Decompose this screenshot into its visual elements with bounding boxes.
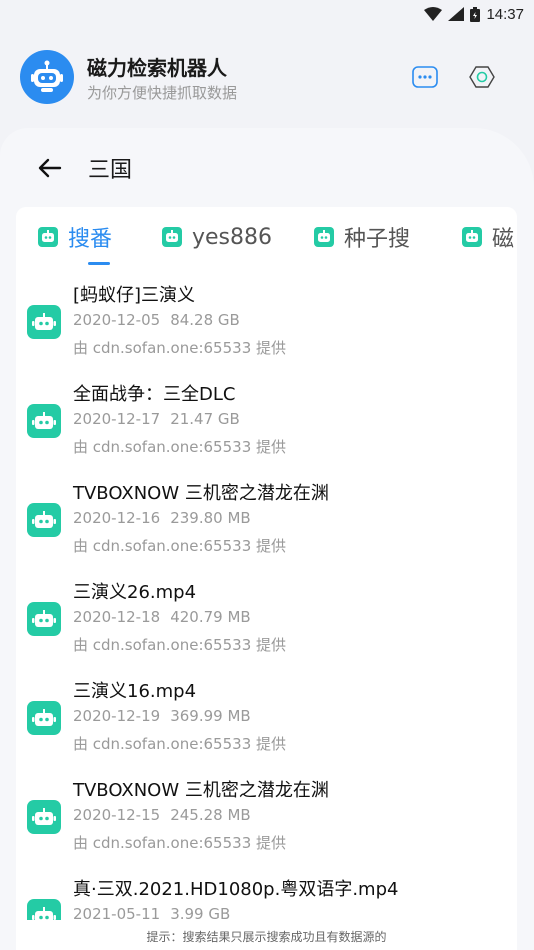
robot-tab-icon [462,227,482,247]
result-source: 由 cdn.sofan.one:65533 提供 [73,834,287,852]
result-meta: 2020-12-19 369.99 MB [73,707,251,725]
result-title: 真·三双.2021.HD1080p.粤双语字.mp4 [73,879,399,900]
result-title: TVBOXNOW 三机密之潜龙在渊 [73,483,329,504]
battery-icon [470,6,481,22]
tab-yes886[interactable]: yes886 [162,221,272,253]
result-size: 369.99 MB [170,707,251,725]
close-target-button[interactable] [467,62,497,92]
robot-file-icon [27,701,61,735]
result-size: 245.28 MB [170,806,251,824]
tab-label: 磁 [492,227,515,252]
result-title: 三演义26.mp4 [73,582,197,603]
result-source: 由 cdn.sofan.one:65533 提供 [73,339,287,357]
source-tabs: 搜番 yes886 种子搜 磁 [16,207,517,267]
list-item[interactable]: 全面战争：三全DLC 2020-12-17 21.47 GB 由 cdn.sofa… [16,380,517,479]
search-row: 三国 [0,150,534,186]
status-time: 14:37 [486,5,524,23]
result-size: 84.28 GB [170,311,240,329]
result-meta: 2020-12-05 84.28 GB [73,311,240,329]
tab-label: yes886 [192,224,273,250]
result-title: 三演义16.mp4 [73,681,197,702]
robot-file-icon [27,800,61,834]
footer-tip: 提示：搜索结果只展示搜索成功且有数据源的 [16,920,517,950]
robot-file-icon [27,602,61,636]
tab-zhongzisou[interactable]: 种子搜 [314,221,410,253]
robot-tab-icon [314,227,334,247]
app-subtitle: 为你方便快捷抓取数据 [87,84,238,102]
more-menu-button[interactable] [410,62,440,92]
result-date: 2020-12-15 [73,806,161,824]
result-title: 全面战争：三全DLC [73,384,236,405]
signal-icon [448,7,465,21]
result-meta: 2020-12-17 21.47 GB [73,410,240,428]
result-size: 21.47 GB [170,410,240,428]
status-bar: 14:37 [0,0,534,28]
result-source: 由 cdn.sofan.one:65533 提供 [73,537,287,555]
list-item[interactable]: TVBOXNOW 三机密之潜龙在渊 2020-12-15 245.28 MB 由 … [16,776,517,875]
tab-label: 种子搜 [344,227,411,252]
tab-sofan[interactable]: 搜番 [38,221,112,253]
app-title: 磁力检索机器人 [87,56,227,80]
robot-tab-icon [162,227,182,247]
list-item[interactable]: TVBOXNOW 三机密之潜龙在渊 2020-12-16 239.80 MB 由 … [16,479,517,578]
result-size: 239.80 MB [170,509,251,527]
tab-ci[interactable]: 磁 [462,221,514,253]
hexagon-target-icon [469,66,495,88]
result-title: TVBOXNOW 三机密之潜龙在渊 [73,780,329,801]
result-size: 420.79 MB [170,608,251,626]
robot-tab-icon [38,227,58,247]
results-panel: 搜番 yes886 种子搜 磁 [蚂蚁仔]三演义 2020-12-05 84.2… [16,207,517,950]
list-item[interactable]: [蚂蚁仔]三演义 2020-12-05 84.28 GB 由 cdn.sofan.… [16,281,517,380]
wifi-icon [424,7,443,21]
robot-file-icon [27,305,61,339]
result-date: 2020-12-05 [73,311,161,329]
list-item[interactable]: 三演义26.mp4 2020-12-18 420.79 MB 由 cdn.sofa… [16,578,517,677]
arrow-left-icon [38,158,62,178]
robot-avatar-icon [20,50,74,104]
result-title: [蚂蚁仔]三演义 [73,285,196,306]
list-item[interactable]: 三演义16.mp4 2020-12-19 369.99 MB 由 cdn.sofa… [16,677,517,776]
active-tab-indicator [88,262,110,265]
result-meta: 2020-12-18 420.79 MB [73,608,251,626]
result-source: 由 cdn.sofan.one:65533 提供 [73,735,287,753]
result-meta: 2020-12-16 239.80 MB [73,509,251,527]
robot-file-icon [27,404,61,438]
result-meta: 2020-12-15 245.28 MB [73,806,251,824]
result-date: 2020-12-19 [73,707,161,725]
result-source: 由 cdn.sofan.one:65533 提供 [73,438,287,456]
tab-label: 搜番 [68,227,113,252]
back-button[interactable] [36,154,64,182]
search-query: 三国 [88,158,133,183]
more-dots-icon [412,66,438,88]
robot-file-icon [27,503,61,537]
result-date: 2020-12-18 [73,608,161,626]
app-header: 磁力检索机器人 为你方便快捷抓取数据 [0,44,534,114]
result-date: 2020-12-16 [73,509,161,527]
result-date: 2020-12-17 [73,410,161,428]
result-source: 由 cdn.sofan.one:65533 提供 [73,636,287,654]
